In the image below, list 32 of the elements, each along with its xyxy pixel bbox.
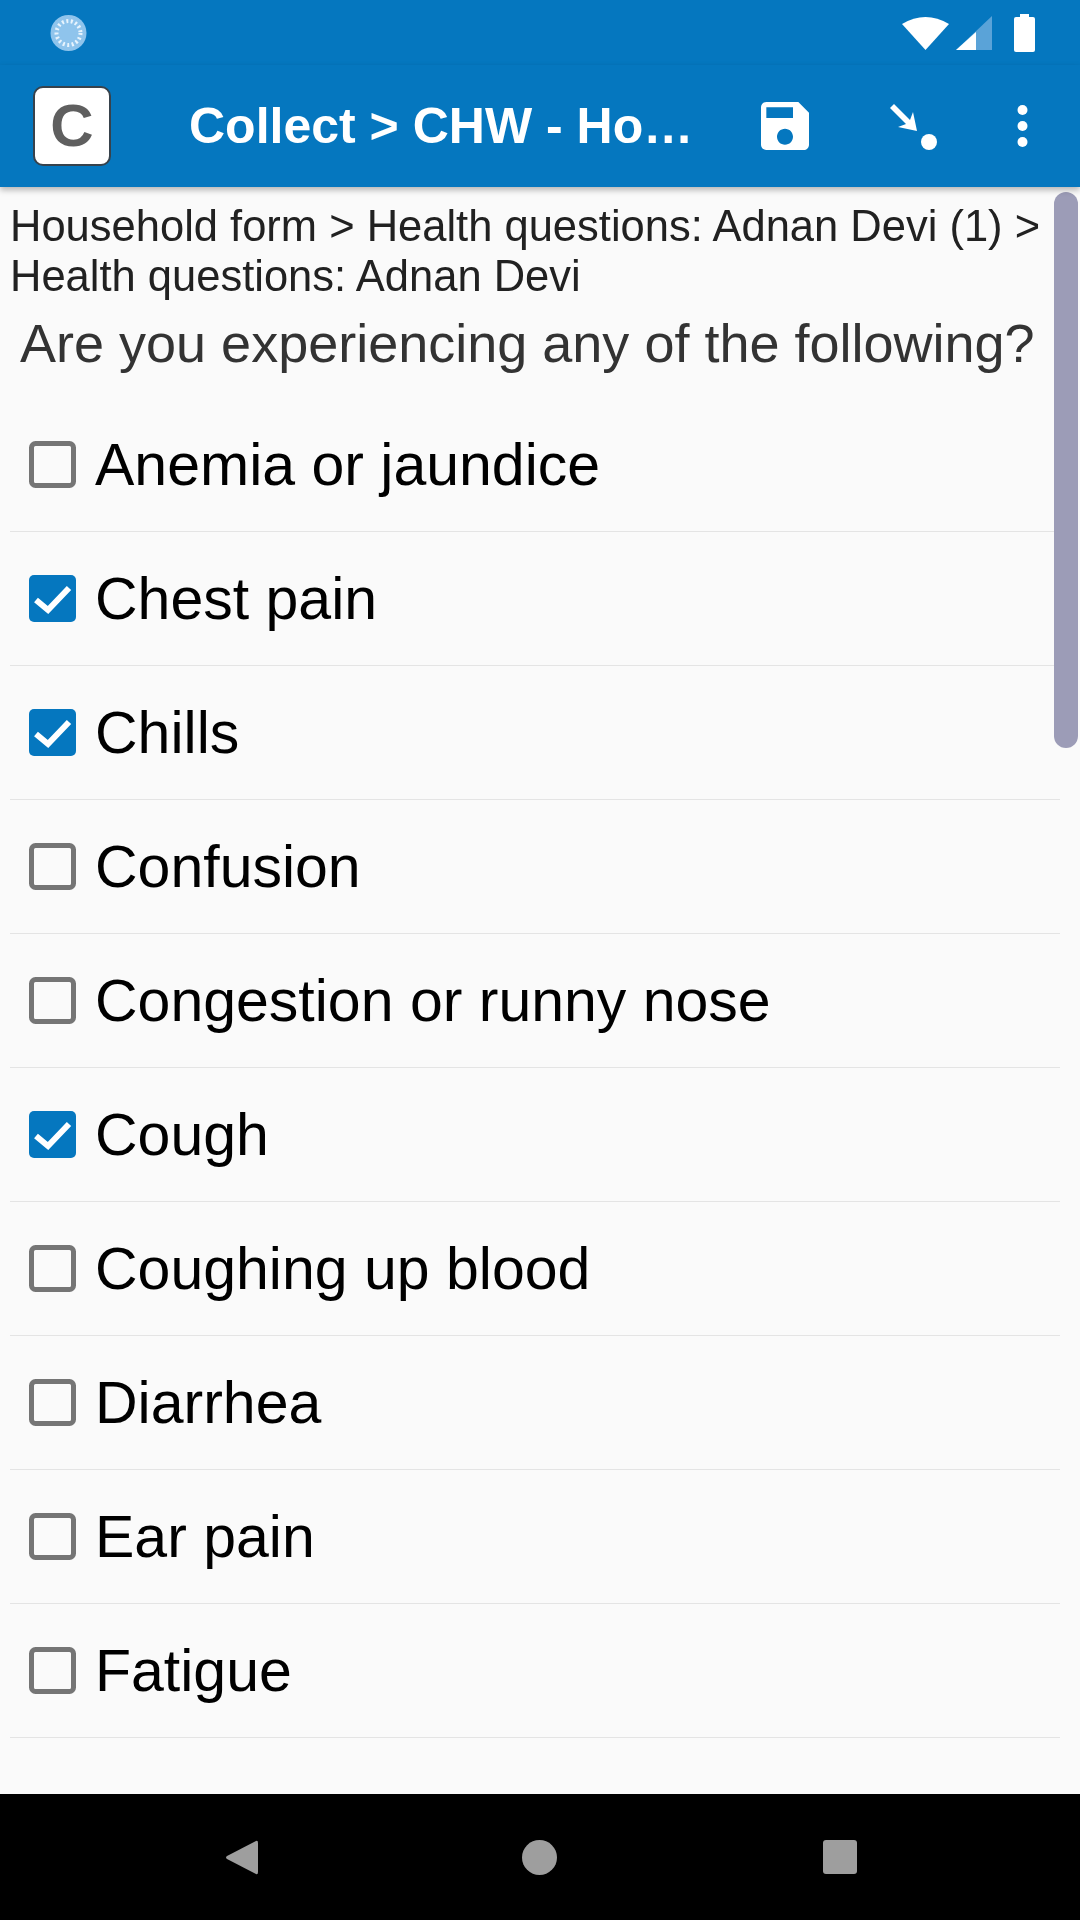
home-icon[interactable] [522, 1839, 557, 1875]
wifi-icon [902, 15, 949, 50]
checkbox[interactable] [29, 1111, 76, 1158]
checkbox[interactable] [29, 1245, 76, 1292]
option-label[interactable]: Ear pain [95, 1502, 315, 1571]
option-label[interactable]: Anemia or jaundice [95, 430, 601, 499]
option-label[interactable]: Chest pain [95, 564, 378, 633]
checkbox[interactable] [29, 575, 76, 622]
checkbox[interactable] [29, 441, 76, 488]
checkbox[interactable] [29, 843, 76, 890]
back-icon[interactable] [225, 1838, 258, 1876]
option-label[interactable]: Cough [95, 1100, 269, 1169]
checkbox[interactable] [29, 1379, 76, 1426]
question-text: Are you experiencing any of the following? [20, 312, 1036, 374]
arrow-to-dot-icon[interactable] [888, 102, 937, 150]
checkbox[interactable] [29, 977, 76, 1024]
breadcrumb: Household form > Health questions: Adnan Devi (1) > Health questions: Adnan Devi [10, 201, 1042, 301]
option-label[interactable]: Chills [95, 698, 240, 767]
checkbox[interactable] [29, 1513, 76, 1560]
save-icon[interactable] [761, 102, 809, 150]
loading-spinner-icon [50, 13, 87, 52]
option-label[interactable]: Confusion [95, 832, 361, 901]
signal-icon [956, 15, 992, 50]
option-label[interactable]: Congestion or runny nose [95, 966, 771, 1035]
option-label[interactable]: Coughing up blood [95, 1234, 591, 1303]
option-label[interactable]: Fatigue [95, 1636, 292, 1705]
app-bar-title: Collect > CHW - Ho… [189, 97, 695, 155]
app-logo: C [33, 86, 111, 166]
battery-icon [1014, 13, 1035, 52]
checkbox[interactable] [29, 709, 76, 756]
checkbox[interactable] [29, 1647, 76, 1694]
option-label[interactable]: Diarrhea [95, 1368, 322, 1437]
